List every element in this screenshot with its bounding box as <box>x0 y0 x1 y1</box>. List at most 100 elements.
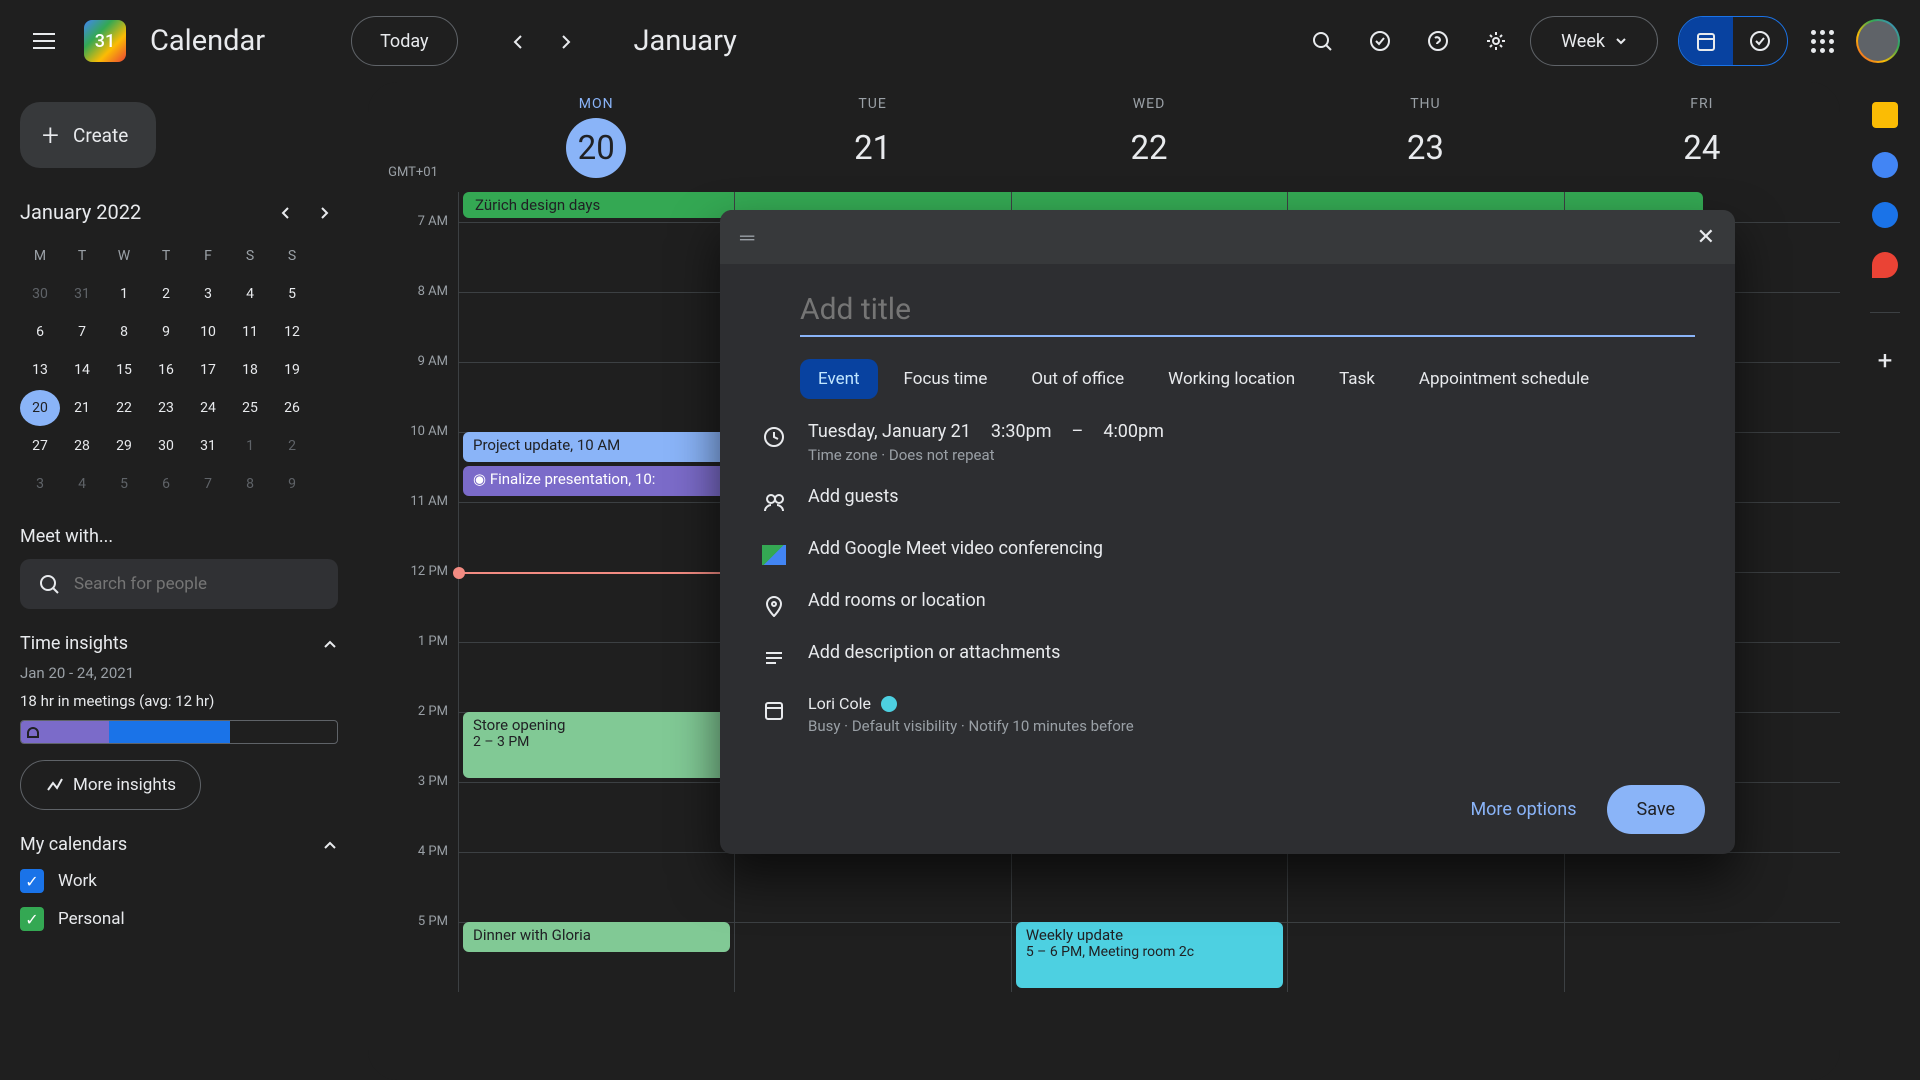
maps-icon[interactable] <box>1872 252 1898 278</box>
event-dinner[interactable]: Dinner with Gloria <box>463 922 730 952</box>
mini-day[interactable]: 9 <box>146 314 186 350</box>
event-finalize[interactable]: ◉ Finalize presentation, 10: <box>463 466 730 496</box>
mini-day[interactable]: 2 <box>146 276 186 312</box>
mini-day[interactable]: 10 <box>188 314 228 350</box>
event-title-input[interactable] <box>800 284 1695 337</box>
day-header[interactable]: FRI24 <box>1564 82 1840 192</box>
search-people-input[interactable] <box>74 574 320 594</box>
today-button[interactable]: Today <box>351 16 457 66</box>
mini-day[interactable]: 15 <box>104 352 144 388</box>
account-avatar[interactable] <box>1856 19 1900 63</box>
mini-day[interactable]: 24 <box>188 390 228 426</box>
settings-button[interactable] <box>1472 17 1520 65</box>
mini-day[interactable]: 2 <box>272 428 312 464</box>
calendar-item[interactable]: ✓Work <box>20 869 338 893</box>
mini-day[interactable]: 14 <box>62 352 102 388</box>
day-header[interactable]: MON20 <box>458 82 734 192</box>
mini-day[interactable]: 12 <box>272 314 312 350</box>
event-type-tab[interactable]: Event <box>800 359 878 399</box>
event-type-tab[interactable]: Focus time <box>886 359 1006 399</box>
add-location-row[interactable]: Add rooms or location <box>808 590 986 611</box>
keep-icon[interactable] <box>1872 102 1898 128</box>
day-column-mon[interactable]: Project update, 10 AM ◉ Finalize present… <box>458 222 734 992</box>
add-meet-row[interactable]: Add Google Meet video conferencing <box>808 538 1103 559</box>
calendar-view-toggle[interactable] <box>1679 17 1733 65</box>
mini-day[interactable]: 5 <box>104 466 144 502</box>
mini-day[interactable]: 26 <box>272 390 312 426</box>
mini-day[interactable]: 4 <box>230 276 270 312</box>
more-insights-button[interactable]: More insights <box>20 760 201 810</box>
day-header[interactable]: THU23 <box>1287 82 1563 192</box>
event-type-tab[interactable]: Task <box>1321 359 1393 399</box>
calendar-item[interactable]: ✓Personal <box>20 907 338 931</box>
mini-day[interactable]: 28 <box>62 428 102 464</box>
mini-day[interactable]: 18 <box>230 352 270 388</box>
event-time-row[interactable]: Tuesday, January 21 3:30pm – 4:00pm Time… <box>808 421 1695 464</box>
more-options-button[interactable]: More options <box>1470 785 1576 834</box>
event-type-tab[interactable]: Appointment schedule <box>1401 359 1607 399</box>
menu-button[interactable] <box>20 17 68 65</box>
chevron-up-icon[interactable] <box>322 837 338 853</box>
event-type-tab[interactable]: Working location <box>1150 359 1313 399</box>
mini-day[interactable]: 11 <box>230 314 270 350</box>
help-button[interactable] <box>1414 17 1462 65</box>
day-header[interactable]: WED22 <box>1011 82 1287 192</box>
organizer-row[interactable]: Lori Cole Busy · Default visibility · No… <box>808 694 1695 735</box>
allday-cell[interactable]: Zürich design days <box>458 192 734 222</box>
mini-next[interactable] <box>310 198 338 226</box>
drag-handle-icon[interactable]: ═ <box>740 225 754 250</box>
search-people[interactable] <box>20 559 338 609</box>
mini-day[interactable]: 7 <box>62 314 102 350</box>
checkbox-icon[interactable]: ✓ <box>20 869 44 893</box>
mini-day[interactable]: 30 <box>146 428 186 464</box>
mini-day[interactable]: 21 <box>62 390 102 426</box>
chevron-up-icon[interactable] <box>322 636 338 652</box>
tasks-icon[interactable] <box>1872 152 1898 178</box>
mini-day[interactable]: 25 <box>230 390 270 426</box>
tasks-button[interactable] <box>1356 17 1404 65</box>
next-button[interactable] <box>542 17 590 65</box>
mini-day[interactable]: 7 <box>188 466 228 502</box>
contacts-icon[interactable] <box>1872 202 1898 228</box>
add-guests-row[interactable]: Add guests <box>808 486 899 507</box>
prev-button[interactable] <box>494 17 542 65</box>
mini-day[interactable]: 5 <box>272 276 312 312</box>
add-description-row[interactable]: Add description or attachments <box>808 642 1060 663</box>
mini-day[interactable]: 4 <box>62 466 102 502</box>
mini-day[interactable]: 8 <box>230 466 270 502</box>
add-panel-button[interactable]: + <box>1861 337 1909 385</box>
mini-day[interactable]: 20 <box>20 390 60 426</box>
mini-prev[interactable] <box>272 198 300 226</box>
mini-day[interactable]: 8 <box>104 314 144 350</box>
mini-day[interactable]: 6 <box>20 314 60 350</box>
mini-day[interactable]: 30 <box>20 276 60 312</box>
day-header[interactable]: TUE21 <box>734 82 1010 192</box>
mini-day[interactable]: 22 <box>104 390 144 426</box>
mini-day[interactable]: 1 <box>230 428 270 464</box>
checkbox-icon[interactable]: ✓ <box>20 907 44 931</box>
search-button[interactable] <box>1298 17 1346 65</box>
event-project-update[interactable]: Project update, 10 AM <box>463 432 730 462</box>
apps-button[interactable] <box>1798 17 1846 65</box>
mini-day[interactable]: 6 <box>146 466 186 502</box>
mini-day[interactable]: 17 <box>188 352 228 388</box>
mini-day[interactable]: 3 <box>188 276 228 312</box>
create-button[interactable]: + Create <box>20 102 156 168</box>
view-selector[interactable]: Week <box>1530 16 1658 66</box>
event-weekly-update[interactable]: Weekly update5 – 6 PM, Meeting room 2c <box>1016 922 1283 988</box>
mini-day[interactable]: 13 <box>20 352 60 388</box>
mini-day[interactable]: 29 <box>104 428 144 464</box>
mini-day[interactable]: 3 <box>20 466 60 502</box>
event-type-tab[interactable]: Out of office <box>1013 359 1142 399</box>
mini-day[interactable]: 31 <box>62 276 102 312</box>
mini-day[interactable]: 27 <box>20 428 60 464</box>
mini-day[interactable]: 16 <box>146 352 186 388</box>
mini-day[interactable]: 19 <box>272 352 312 388</box>
close-button[interactable]: ✕ <box>1697 225 1715 250</box>
tasks-view-toggle[interactable] <box>1733 17 1787 65</box>
event-store-opening[interactable]: Store opening2 – 3 PM <box>463 712 730 778</box>
mini-day[interactable]: 23 <box>146 390 186 426</box>
save-button[interactable]: Save <box>1607 785 1706 834</box>
mini-day[interactable]: 1 <box>104 276 144 312</box>
mini-day[interactable]: 9 <box>272 466 312 502</box>
